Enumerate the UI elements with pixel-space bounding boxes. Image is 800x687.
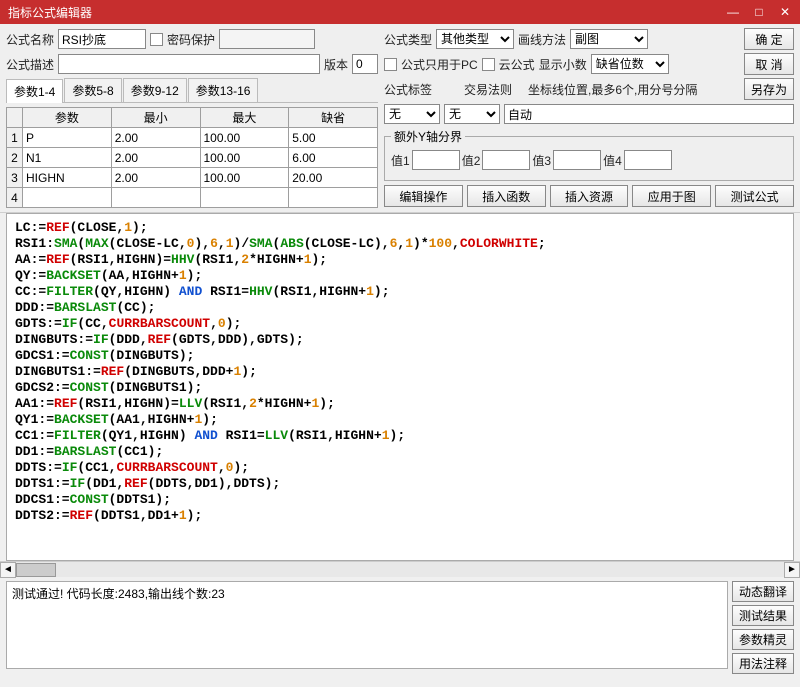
tab-params-9-12[interactable]: 参数9-12 xyxy=(123,78,187,102)
table-row: 3 xyxy=(7,168,378,188)
decimals-select[interactable]: 缺省位数 xyxy=(591,54,669,74)
scroll-thumb[interactable] xyxy=(16,563,56,577)
col-def: 缺省 xyxy=(289,108,378,128)
maximize-icon[interactable]: □ xyxy=(746,1,772,23)
status-box: 测试通过! 代码长度:2483,输出线个数:23 xyxy=(6,581,728,669)
table-row: 1 xyxy=(7,128,378,148)
axis-input[interactable] xyxy=(504,104,794,124)
insres-button[interactable]: 插入资源 xyxy=(550,185,629,207)
code-content: LC:=REF(CLOSE,1); RSI1:SMA(MAX(CLOSE-LC,… xyxy=(7,214,793,530)
lbl-v3: 值3 xyxy=(532,152,551,169)
insfunc-button[interactable]: 插入函数 xyxy=(467,185,546,207)
code-editor[interactable]: LC:=REF(CLOSE,1); RSI1:SMA(MAX(CLOSE-LC,… xyxy=(6,213,794,561)
testres-button[interactable]: 测试结果 xyxy=(732,605,794,626)
y4-input[interactable] xyxy=(624,150,672,170)
saveas-button[interactable]: 另存为 xyxy=(744,78,794,100)
param-name-input[interactable] xyxy=(23,188,111,207)
close-icon[interactable]: ✕ xyxy=(772,1,798,23)
top-form: 公式名称 密码保护 公式描述 版本 参数1-4 参数5-8 参数9-12 参数1… xyxy=(0,24,800,213)
lbl-version: 版本 xyxy=(324,56,348,73)
param-name-input[interactable] xyxy=(23,128,111,147)
param-max-input[interactable] xyxy=(201,128,289,147)
param-min-input[interactable] xyxy=(112,148,200,167)
lbl-dec: 显示小数 xyxy=(539,56,587,73)
minimize-icon[interactable]: — xyxy=(720,1,746,23)
type-select[interactable]: 其他类型 xyxy=(436,29,514,49)
param-min-input[interactable] xyxy=(112,168,200,187)
pwd-input[interactable] xyxy=(219,29,315,49)
lbl-v2: 值2 xyxy=(462,152,481,169)
lbl-pconly: 公式只用于PC xyxy=(401,56,478,73)
param-def-input[interactable] xyxy=(289,168,377,187)
lbl-pwd: 密码保护 xyxy=(167,31,215,48)
lbl-type: 公式类型 xyxy=(384,31,432,48)
pwd-checkbox[interactable] xyxy=(150,33,163,46)
window-title: 指标公式编辑器 xyxy=(8,4,720,21)
paramwiz-button[interactable]: 参数精灵 xyxy=(732,629,794,650)
param-def-input[interactable] xyxy=(289,148,377,167)
tab-params-1-4[interactable]: 参数1-4 xyxy=(6,79,63,103)
param-min-input[interactable] xyxy=(112,128,200,147)
apply-button[interactable]: 应用于图 xyxy=(632,185,711,207)
scroll-right-icon[interactable]: ► xyxy=(784,562,800,578)
lbl-draw: 画线方法 xyxy=(518,31,566,48)
col-name: 参数 xyxy=(23,108,112,128)
y1-input[interactable] xyxy=(412,150,460,170)
param-tabs: 参数1-4 参数5-8 参数9-12 参数13-16 xyxy=(6,78,378,103)
y3-input[interactable] xyxy=(553,150,601,170)
param-max-input[interactable] xyxy=(201,168,289,187)
tab-params-13-16[interactable]: 参数13-16 xyxy=(188,78,259,102)
lbl-trade: 交易法则 xyxy=(464,81,512,98)
lbl-name: 公式名称 xyxy=(6,31,54,48)
cloud-checkbox[interactable] xyxy=(482,58,495,71)
col-min: 最小 xyxy=(111,108,200,128)
name-input[interactable] xyxy=(58,29,146,49)
h-scrollbar[interactable]: ◄ ► xyxy=(0,561,800,577)
lbl-axis: 坐标线位置,最多6个,用分号分隔 xyxy=(528,81,697,98)
version-input[interactable] xyxy=(352,54,378,74)
table-row: 4 xyxy=(7,188,378,208)
test-button[interactable]: 测试公式 xyxy=(715,185,794,207)
y2-input[interactable] xyxy=(482,150,530,170)
dyntrans-button[interactable]: 动态翻译 xyxy=(732,581,794,602)
col-max: 最大 xyxy=(200,108,289,128)
ok-button[interactable]: 确 定 xyxy=(744,28,794,50)
usage-button[interactable]: 用法注释 xyxy=(732,653,794,674)
scroll-track[interactable] xyxy=(16,562,784,578)
yextra-group: 额外Y轴分界 值1 值2 值3 值4 xyxy=(384,128,794,181)
cancel-button[interactable]: 取 消 xyxy=(744,53,794,75)
editop-button[interactable]: 编辑操作 xyxy=(384,185,463,207)
scroll-left-icon[interactable]: ◄ xyxy=(0,562,16,578)
lbl-v1: 值1 xyxy=(391,152,410,169)
trade-select[interactable]: 无 xyxy=(444,104,500,124)
tab-params-5-8[interactable]: 参数5-8 xyxy=(64,78,121,102)
titlebar: 指标公式编辑器 — □ ✕ xyxy=(0,0,800,24)
status-text: 测试通过! 代码长度:2483,输出线个数:23 xyxy=(12,587,225,601)
param-max-input[interactable] xyxy=(201,188,289,207)
lbl-cloud: 云公式 xyxy=(499,56,535,73)
table-row: 2 xyxy=(7,148,378,168)
desc-input[interactable] xyxy=(58,54,320,74)
draw-select[interactable]: 副图 xyxy=(570,29,648,49)
param-name-input[interactable] xyxy=(23,168,111,187)
tag-select[interactable]: 无 xyxy=(384,104,440,124)
param-name-input[interactable] xyxy=(23,148,111,167)
lbl-desc: 公式描述 xyxy=(6,56,54,73)
param-def-input[interactable] xyxy=(289,188,377,207)
param-max-input[interactable] xyxy=(201,148,289,167)
param-def-input[interactable] xyxy=(289,128,377,147)
lbl-v4: 值4 xyxy=(603,152,622,169)
pconly-checkbox[interactable] xyxy=(384,58,397,71)
param-min-input[interactable] xyxy=(112,188,200,207)
lbl-tag: 公式标签 xyxy=(384,81,432,98)
params-table: 参数 最小 最大 缺省 1 2 3 4 xyxy=(6,107,378,208)
lbl-yextra: 额外Y轴分界 xyxy=(391,128,465,145)
